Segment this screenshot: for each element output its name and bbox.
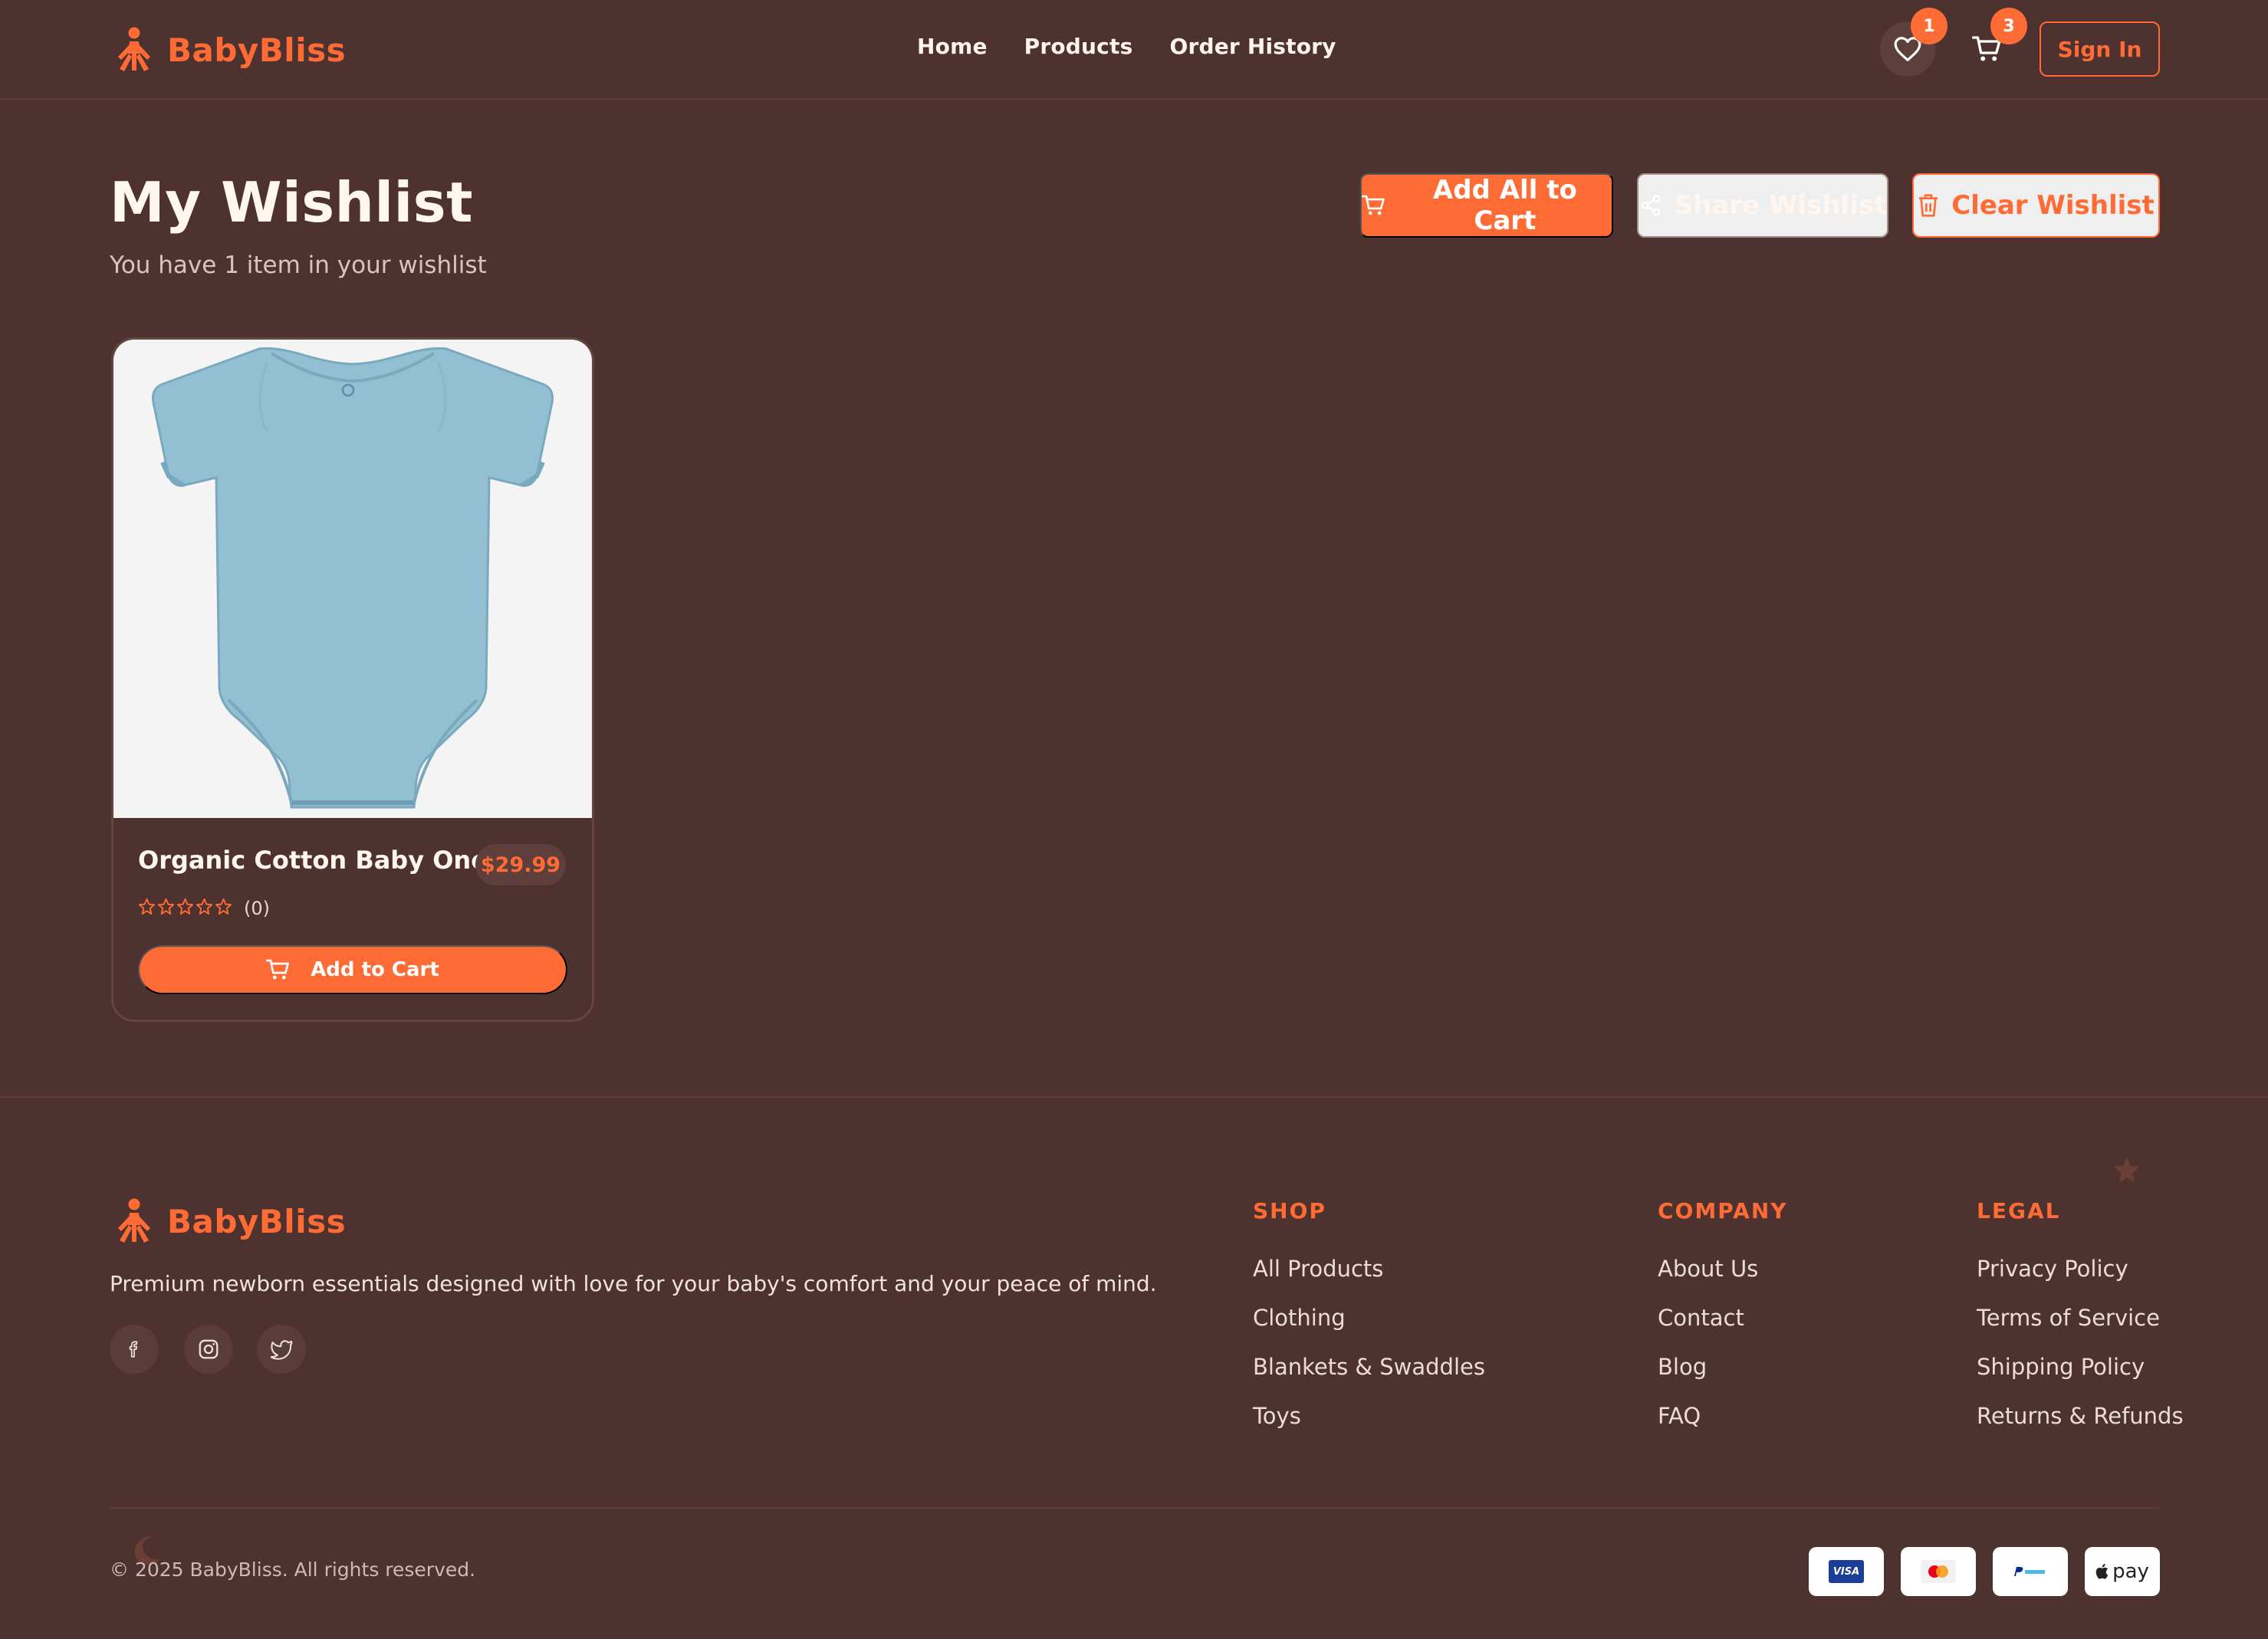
share-wishlist-button[interactable]: Share Wishlist <box>1637 173 1888 238</box>
star-icon <box>196 898 213 915</box>
instagram-link[interactable] <box>184 1325 233 1374</box>
facebook-icon <box>129 1341 138 1358</box>
footer-link-contact[interactable]: Contact <box>1658 1305 1744 1331</box>
footer-link-shipping-policy[interactable]: Shipping Policy <box>1977 1354 2145 1380</box>
wishlist-count-text: You have 1 item in your wishlist <box>110 251 487 279</box>
copyright-text: © 2025 BabyBliss. All rights reserved. <box>110 1559 476 1581</box>
mastercard-icon <box>1921 1560 1956 1583</box>
footer-link-returns-refunds[interactable]: Returns & Refunds <box>1977 1403 2184 1429</box>
twitter-link[interactable] <box>257 1325 306 1374</box>
footer-link-blog[interactable]: Blog <box>1658 1354 1707 1380</box>
footer-company-heading: COMPANY <box>1658 1198 1788 1224</box>
add-to-cart-button[interactable]: Add to Cart <box>138 945 567 994</box>
footer-link-about-us[interactable]: About Us <box>1658 1256 1758 1282</box>
footer-link-privacy-policy[interactable]: Privacy Policy <box>1977 1256 2128 1282</box>
payment-mastercard <box>1901 1547 1976 1596</box>
baby-logo-icon <box>118 1198 150 1243</box>
footer-bottom-divider <box>110 1507 2160 1509</box>
nav-products[interactable]: Products <box>1024 34 1133 59</box>
apple-icon <box>2095 1564 2109 1579</box>
rating-count: (0) <box>244 898 270 919</box>
footer-link-terms-of-service[interactable]: Terms of Service <box>1977 1305 2160 1331</box>
product-name[interactable]: Organic Cotton Baby Onesie <box>138 846 528 875</box>
footer-divider <box>0 1096 2268 1098</box>
wishlist-count-badge: 1 <box>1911 8 1948 44</box>
footer-shop-heading: SHOP <box>1253 1198 1326 1224</box>
brand-logo[interactable]: BabyBliss <box>113 26 346 74</box>
footer-legal-heading: LEGAL <box>1977 1198 2061 1224</box>
nav-order-history[interactable]: Order History <box>1169 34 1336 59</box>
footer-brand-logo[interactable]: BabyBliss <box>113 1197 346 1245</box>
footer-link-toys[interactable]: Toys <box>1253 1403 1301 1429</box>
footer-link-all-products[interactable]: All Products <box>1253 1256 1383 1282</box>
site-header: BabyBliss Home Products Order History 1 … <box>0 0 2268 100</box>
visa-label: VISA <box>1832 1565 1860 1578</box>
visa-icon: VISA <box>1829 1560 1864 1583</box>
star-icon <box>215 898 232 915</box>
page-title: My Wishlist <box>110 170 473 235</box>
twitter-icon <box>270 1340 293 1360</box>
main-nav: Home Products Order History <box>917 34 1336 59</box>
add-to-cart-label: Add to Cart <box>311 958 439 981</box>
footer-description: Premium newborn essentials designed with… <box>110 1271 1157 1296</box>
sign-in-button[interactable]: Sign In <box>2040 21 2160 77</box>
onesie-image <box>152 347 554 809</box>
footer-link-blankets-swaddles[interactable]: Blankets & Swaddles <box>1253 1354 1485 1380</box>
clear-wishlist-button[interactable]: Clear Wishlist <box>1912 173 2160 238</box>
star-icon <box>138 898 156 915</box>
rating-stars <box>138 898 232 915</box>
nav-home[interactable]: Home <box>917 34 988 59</box>
facebook-link[interactable] <box>110 1325 159 1374</box>
payment-paypal <box>1993 1547 2068 1596</box>
wishlist-item-card: Organic Cotton Baby Onesie $29.99 (0) Ad… <box>111 337 594 1022</box>
product-price: $29.99 <box>475 844 566 885</box>
star-decoration-icon <box>2114 1157 2140 1183</box>
wishlist-button[interactable]: 1 <box>1880 8 1948 77</box>
footer-link-faq[interactable]: FAQ <box>1658 1403 1701 1429</box>
cart-button[interactable]: 3 <box>1960 8 2027 77</box>
product-image[interactable] <box>113 340 592 818</box>
paypal-icon <box>2014 1567 2045 1576</box>
add-all-to-cart-button[interactable]: Add All to Cart <box>1360 173 1613 238</box>
cart-icon <box>1362 195 1385 215</box>
instagram-icon <box>199 1339 219 1359</box>
baby-logo-icon <box>118 27 150 71</box>
cart-icon <box>266 959 290 980</box>
add-all-to-cart-label: Add All to Cart <box>1432 175 1577 236</box>
apple-pay-label: pay <box>2112 1560 2149 1583</box>
footer-link-clothing[interactable]: Clothing <box>1253 1305 1346 1331</box>
share-icon <box>1641 195 1661 216</box>
cart-count-badge: 3 <box>1990 8 2027 44</box>
footer-brand-name: BabyBliss <box>167 1202 347 1240</box>
trash-icon <box>1919 194 1938 217</box>
payment-visa: VISA <box>1809 1547 1884 1596</box>
payment-apple-pay: pay <box>2085 1547 2160 1596</box>
clear-wishlist-label: Clear Wishlist <box>1951 190 2155 221</box>
brand-name: BabyBliss <box>167 31 347 69</box>
star-icon <box>176 898 194 915</box>
share-wishlist-label: Share Wishlist <box>1674 190 1887 221</box>
star-icon <box>157 898 175 915</box>
